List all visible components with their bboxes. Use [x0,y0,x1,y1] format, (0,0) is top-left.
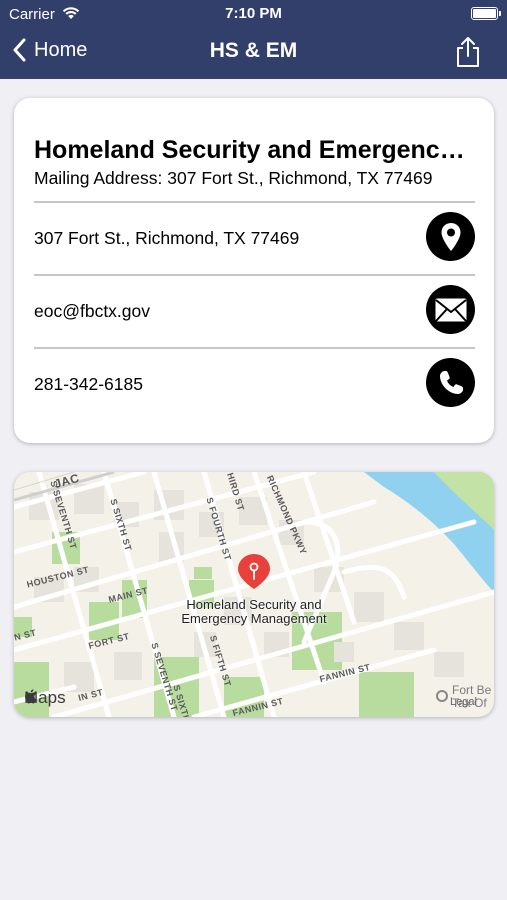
location-pin-icon [441,222,460,251]
contact-card: Homeland Security and Emergency Manageme… [14,98,494,443]
divider [34,347,475,349]
phone-icon [439,370,463,394]
back-button[interactable]: Home [12,38,87,62]
status-bar: Carrier 7:10 PM [0,0,507,28]
email-button[interactable] [426,285,475,334]
contact-title: Homeland Security and Emergency Manageme… [34,136,474,164]
chevron-left-icon [13,38,26,62]
back-label: Home [34,38,88,61]
clock: 7:10 PM [225,5,282,22]
envelope-icon [434,298,467,322]
directions-button[interactable] [426,212,475,261]
email-text: eoc@fbctx.gov [34,301,151,321]
address-text: 307 Fort St., Richmond, TX 77469 [34,228,300,248]
top-bar: Carrier 7:10 PM Home HS & EM [0,0,507,79]
call-button[interactable] [426,358,475,407]
phone-text: 281-342-6185 [34,374,143,394]
mailing-address: Mailing Address: 307 Fort St., Richmond,… [34,168,433,188]
share-button[interactable] [455,36,481,73]
location-map[interactable]: JAC S SEVENTH ST S SIXTH ST S FOURTH ST … [14,472,494,717]
share-icon [457,37,479,67]
battery-icon [471,7,501,20]
apple-maps-logo: Maps [24,688,66,708]
divider [34,274,475,276]
divider [34,201,475,203]
navigation-bar: Home HS & EM [0,28,507,79]
legal-link[interactable]: Legal [450,696,477,708]
apple-logo-icon [25,689,37,704]
map-graphic [14,472,494,717]
map-pin-label: Homeland Security and Emergency Manageme… [181,597,327,626]
